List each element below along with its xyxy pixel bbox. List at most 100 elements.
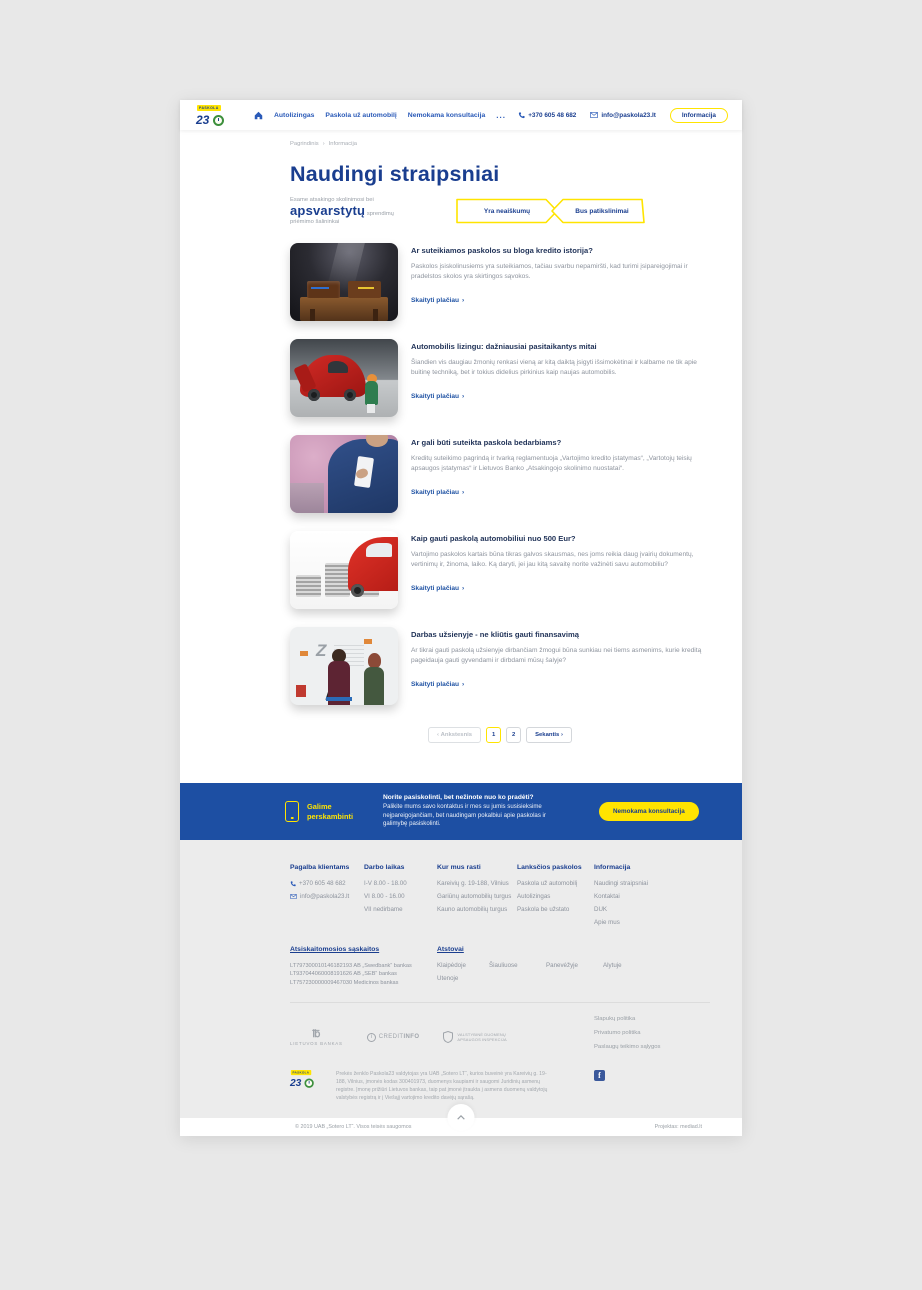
breadcrumb-home[interactable]: Pagrindinis [290, 141, 319, 147]
nav-home[interactable] [254, 111, 263, 120]
nav-item-autolizingas[interactable]: Autolizingas [274, 112, 314, 119]
bank-account: LT757230000009467030 Medicinos bankas [290, 979, 437, 987]
nav-item-paskola-uz-automobili[interactable]: Paskola už automobilį [325, 112, 396, 119]
footer-link-paskola-uz-automobili[interactable]: Paskola už automobilį [517, 880, 594, 887]
breadcrumb: Pagrindinis › Informacija [290, 141, 710, 147]
pagination-prev-button[interactable]: ‹ Ankstesnis [428, 727, 481, 743]
logo-number: 23 [196, 115, 209, 126]
tagline-small: sprendimų [367, 211, 394, 217]
footer-link-paskola-be-uzstato[interactable]: Paskola be užstato [517, 906, 594, 913]
terms-link[interactable]: Paslaugų teikimo sąlygos [594, 1044, 710, 1050]
footer-col-help: Pagalba klientams +370 605 48 682 info@p… [290, 864, 364, 932]
pagination-page-2[interactable]: 2 [506, 727, 521, 743]
bank-account: LT937044060008191626 AB „SEB“ bankas [290, 970, 437, 978]
lietuvos-bankas-logo: ℔ LIETUVOS BANKAS [290, 1029, 343, 1046]
footer-link-autolizingas[interactable]: Autolizingas [517, 893, 594, 900]
chevron-up-icon [457, 1115, 466, 1120]
footer-col-hours: Darbo laikas I-V 8.00 - 18.00 VI 8.00 - … [364, 864, 437, 932]
article-excerpt: Šiandien vis daugiau žmonių renkasi vien… [411, 358, 710, 378]
facebook-icon[interactable]: f [594, 1070, 605, 1081]
hero-ribbons: Yra neaiškumų Bus patikslinimai [455, 198, 646, 224]
footer-col-loans: Lanksčios paskolos Paskola už automobilį… [517, 864, 594, 932]
scroll-to-top-button[interactable] [448, 1104, 475, 1131]
article-thumb-man-in-suit[interactable] [290, 435, 398, 513]
article-row: Ar gali būti suteikta paskola bedarbiams… [290, 435, 710, 513]
article-title[interactable]: Ar gali būti suteikta paskola bedarbiams… [411, 438, 710, 448]
article-row: Automobilis lizingu: dažniausiai pasitai… [290, 339, 710, 417]
read-more-link[interactable]: Skaityti plačiau › [411, 681, 464, 688]
logo-brand-text: PASKOLA [197, 105, 221, 111]
article-title[interactable]: Ar suteikiamos paskolos su bloga kredito… [411, 246, 710, 256]
ribbon-bus-patikslinimai[interactable]: Bus patikslinimai [550, 198, 646, 224]
pagination-next-button[interactable]: Sekantis › [526, 727, 572, 743]
article-thumb-whiteboard[interactable]: Z [290, 627, 398, 705]
shield-icon [443, 1031, 453, 1043]
read-more-link[interactable]: Skaityti plačiau › [411, 585, 464, 592]
ribbon-yra-neaiskumu[interactable]: Yra neaiškumų [455, 198, 559, 224]
copyright-text: © 2019 UAB „Sotero LT“. Visos teisės sau… [295, 1124, 411, 1130]
agent-city[interactable]: Šiauliuose [489, 962, 546, 969]
data-inspection-logo: VALSTYBINĖ DUOMENŲ APSAUGOS INSPEKCIJA [443, 1031, 506, 1043]
callback-heading: Norite pasiskolinti, bet nežinote nuo ko… [383, 794, 561, 801]
pagination-page-1[interactable]: 1 [486, 727, 501, 743]
header-contacts: +370 605 48 682 info@paskola23.lt Inform… [518, 108, 728, 123]
tagline: Esame atsakingo skolinimosi bei apsvarst… [290, 196, 455, 226]
article-row: Kaip gauti paskolą automobiliui nuo 500 … [290, 531, 710, 609]
header: PASKOLA 23 Autolizingas Paskola už autom… [180, 100, 742, 130]
mail-icon [590, 112, 598, 118]
callback-label: Galime perskambinti [307, 802, 369, 821]
privacy-policy-link[interactable]: Privatumo politika [594, 1030, 710, 1036]
cookies-policy-link[interactable]: Slapukų politika [594, 1016, 710, 1022]
article-excerpt: Paskolos įsiskolinusiems yra suteikiamos… [411, 262, 710, 282]
agent-city[interactable]: Klaipėdoje [437, 962, 489, 969]
article-thumb-wallet[interactable] [290, 243, 398, 321]
article-title[interactable]: Darbas užsienyje - ne kliūtis gauti fina… [411, 630, 710, 640]
article-title[interactable]: Kaip gauti paskolą automobiliui nuo 500 … [411, 534, 710, 544]
logo-paskola23[interactable]: PASKOLA 23 [196, 105, 228, 126]
article-row: Z Darbas užsienyje - ne kliūtis gauti fi… [290, 627, 710, 705]
callback-text: Palikite mums savo kontaktus ir mes su j… [383, 803, 561, 829]
chevron-right-icon: › [462, 489, 464, 496]
footer-link-naudingi-straipsniai[interactable]: Naudingi straipsniai [594, 880, 710, 887]
agent-city[interactable]: Alytuje [603, 962, 710, 969]
free-consultation-button[interactable]: Nemokama konsultacija [599, 802, 699, 821]
read-more-link[interactable]: Skaityti plačiau › [411, 393, 464, 400]
header-email-text: info@paskola23.lt [601, 112, 656, 119]
footer-col-locations: Kur mus rasti Kareivių g. 19-188, Vilniu… [437, 864, 517, 932]
header-phone-text: +370 605 48 682 [528, 112, 576, 119]
article-title[interactable]: Automobilis lizingu: dažniausiai pasitai… [411, 342, 710, 352]
article-row: Ar suteikiamos paskolos su bloga kredito… [290, 243, 710, 321]
site-page: PASKOLA 23 Autolizingas Paskola už autom… [180, 100, 742, 1136]
ribbon-right-label: Bus patikslinimai [550, 198, 646, 224]
footer-email[interactable]: info@paskola23.lt [290, 893, 364, 900]
hero-row: Esame atsakingo skolinimosi bei apsvarst… [290, 196, 710, 226]
breadcrumb-separator: › [323, 141, 325, 147]
read-more-link[interactable]: Skaityti plačiau › [411, 297, 464, 304]
breadcrumb-current: Informacija [329, 141, 357, 147]
tagline-bottom: priėmimo šalininkai [290, 218, 455, 226]
footer-col-info: Informacija Naudingi straipsniai Kontakt… [594, 864, 710, 932]
home-icon [254, 111, 263, 120]
footer-link-apie-mus[interactable]: Apie mus [594, 919, 710, 926]
footer-phone[interactable]: +370 605 48 682 [290, 880, 364, 887]
agent-city[interactable]: Utenoje [437, 975, 489, 982]
footer-logo-paskola23[interactable]: PASKOLA 23 [290, 1070, 317, 1088]
article-excerpt: Kreditų suteikimo pagrindą ir tvarką reg… [411, 454, 710, 474]
chevron-right-icon: › [462, 393, 464, 400]
footer-link-duk[interactable]: DUK [594, 906, 710, 913]
agent-city[interactable]: Panevėžyje [546, 962, 603, 969]
article-thumb-coins-car[interactable] [290, 531, 398, 609]
nav-item-nemokama-konsultacija[interactable]: Nemokama konsultacija [408, 112, 485, 119]
header-email[interactable]: info@paskola23.lt [590, 112, 656, 119]
footer-link-kontaktai[interactable]: Kontaktai [594, 893, 710, 900]
chevron-right-icon: › [462, 585, 464, 592]
informacija-button[interactable]: Informacija [670, 108, 728, 123]
pagination: ‹ Ankstesnis 1 2 Sekantis › [428, 727, 572, 743]
article-thumb-toy-car[interactable] [290, 339, 398, 417]
header-phone[interactable]: +370 605 48 682 [518, 112, 576, 119]
read-more-link[interactable]: Skaityti plačiau › [411, 489, 464, 496]
footer: Pagalba klientams +370 605 48 682 info@p… [180, 840, 742, 1118]
nav-more-button[interactable]: ... [496, 111, 506, 120]
chevron-right-icon: › [462, 297, 464, 304]
bottom-bar: © 2019 UAB „Sotero LT“. Visos teisės sau… [180, 1118, 742, 1136]
